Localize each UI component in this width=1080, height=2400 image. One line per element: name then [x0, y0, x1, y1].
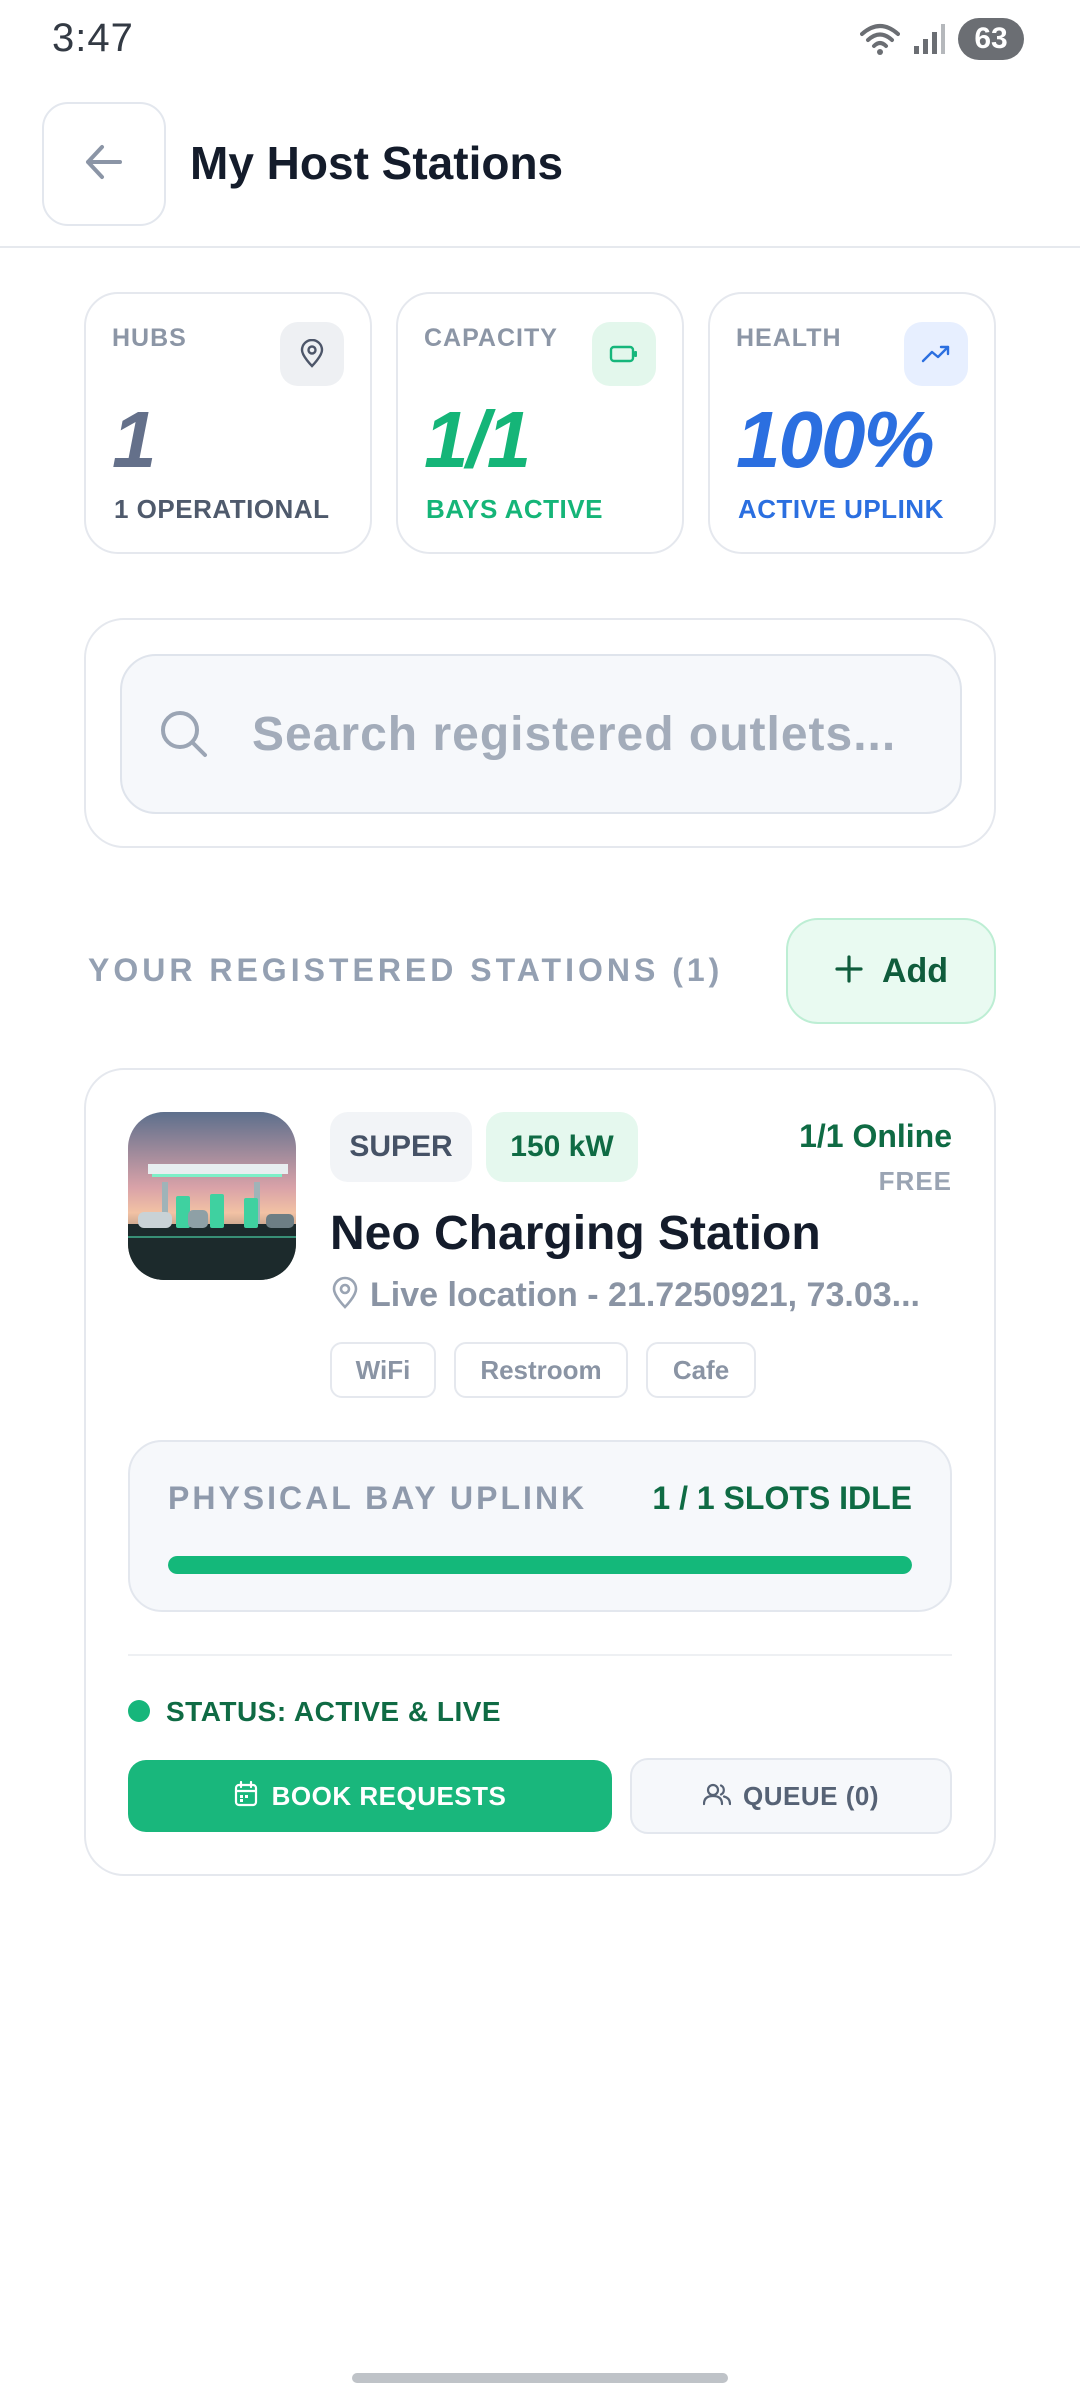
health-label: HEALTH	[736, 324, 842, 352]
capacity-sub: BAYS ACTIVE	[426, 494, 603, 524]
station-type-chip: SUPER	[330, 1112, 472, 1182]
station-card[interactable]: SUPER 150 kW 1/1 Online FREE Neo Chargin…	[84, 1068, 996, 1876]
amenity-tag: WiFi	[330, 1342, 436, 1398]
online-count: 1/1 Online	[799, 1118, 952, 1154]
capacity-label: CAPACITY	[424, 324, 558, 352]
search-box[interactable]	[120, 654, 962, 814]
health-sub: ACTIVE UPLINK	[738, 494, 944, 524]
back-button[interactable]	[42, 102, 166, 226]
hubs-sub: 1 OPERATIONAL	[114, 494, 330, 524]
uplink-progress-fill	[168, 1556, 912, 1574]
page-title: My Host Stations	[190, 137, 564, 189]
queue-button[interactable]: QUEUE (0)	[630, 1758, 952, 1834]
wifi-icon	[860, 22, 900, 56]
book-requests-button[interactable]: BOOK REQUESTS	[128, 1760, 612, 1832]
battery-icon	[592, 322, 656, 386]
add-button-label: Add	[881, 951, 949, 990]
book-requests-label: BOOK REQUESTS	[271, 1780, 507, 1811]
amenity-tag: Cafe	[646, 1342, 756, 1398]
station-name: Neo Charging Station	[330, 1207, 821, 1260]
plus-icon	[834, 954, 864, 989]
amenity-tag: Restroom	[454, 1342, 628, 1398]
status-icons: 63	[860, 18, 1024, 60]
uplink-panel: PHYSICAL BAY UPLINK 1 / 1 SLOTS IDLE	[128, 1440, 952, 1612]
search-icon	[156, 706, 212, 767]
trending-up-icon	[904, 322, 968, 386]
battery-indicator: 63	[958, 18, 1024, 60]
hubs-stat-card: HUBS 1 1 OPERATIONAL	[84, 292, 372, 554]
queue-label: QUEUE (0)	[743, 1780, 879, 1811]
location-text: Live location - 21.7250921, 73.03...	[370, 1276, 920, 1314]
arrow-left-icon	[80, 138, 128, 191]
search-card	[84, 618, 996, 848]
calendar-icon	[234, 1780, 258, 1812]
capacity-stat-card: CAPACITY 1/1 BAYS ACTIVE	[396, 292, 684, 554]
health-value: 100%	[736, 395, 935, 484]
hubs-label: HUBS	[112, 324, 187, 352]
map-pin-icon	[280, 322, 344, 386]
signal-icon	[912, 22, 946, 56]
status-bar: 3:47 63	[0, 0, 1080, 80]
search-input[interactable]	[252, 656, 942, 812]
users-icon	[702, 1782, 732, 1811]
status-dot	[128, 1700, 150, 1722]
hubs-value: 1	[112, 395, 156, 484]
app-header: My Host Stations	[0, 100, 1080, 248]
status-time: 3:47	[52, 16, 134, 60]
location-row: Live location - 21.7250921, 73.03...	[330, 1276, 920, 1315]
station-status: STATUS: ACTIVE & LIVE	[166, 1696, 502, 1727]
uplink-title: PHYSICAL BAY UPLINK	[168, 1480, 588, 1516]
power-chip: 150 kW	[486, 1112, 638, 1182]
add-station-button[interactable]: Add	[786, 918, 996, 1024]
capacity-value: 1/1	[424, 395, 531, 484]
screen: 3:47 63 My Host Stations HUBS 1 1 OPERAT…	[0, 0, 1080, 2400]
uplink-progress-bar	[168, 1556, 912, 1574]
home-indicator[interactable]	[352, 2373, 728, 2383]
health-stat-card: HEALTH 100% ACTIVE UPLINK	[708, 292, 996, 554]
station-thumbnail	[128, 1112, 296, 1280]
divider	[128, 1654, 952, 1656]
uplink-status: 1 / 1 SLOTS IDLE	[652, 1480, 912, 1516]
map-pin-icon	[330, 1276, 360, 1315]
price-label: FREE	[878, 1166, 952, 1196]
section-title: YOUR REGISTERED STATIONS (1)	[88, 952, 724, 988]
